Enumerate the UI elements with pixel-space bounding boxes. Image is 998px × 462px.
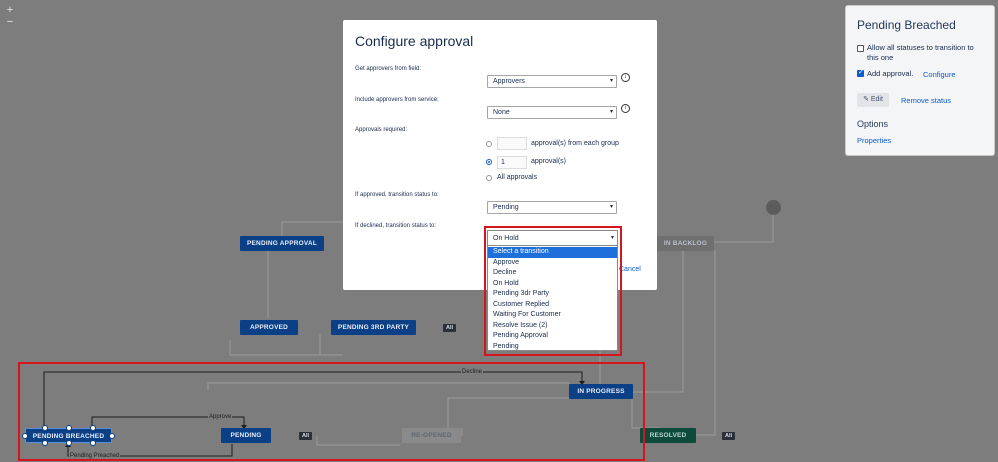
start-node (766, 200, 781, 215)
properties-link[interactable]: Properties (857, 136, 891, 145)
highlight-box-workflow (18, 362, 645, 461)
allow-all-label: Allow all statuses to transition to this… (867, 43, 974, 62)
add-approval-label: Add approval. (867, 69, 914, 78)
configure-link[interactable]: Configure (923, 70, 956, 79)
info-icon[interactable]: i (621, 104, 630, 113)
status-pending-3rd-party[interactable]: PENDING 3RD PARTY (331, 320, 416, 335)
cancel-link[interactable]: Cancel (619, 266, 641, 273)
allow-all-checkbox[interactable] (857, 45, 864, 52)
status-resolved[interactable]: RESOLVED (640, 428, 696, 443)
chevron-down-icon: ▾ (609, 78, 613, 84)
service-value: None (493, 109, 510, 116)
each-group-label: approval(s) from each group (531, 140, 619, 147)
approved-status-value: Pending (493, 204, 519, 211)
declined-status-label: If declined, transition status to: (355, 223, 437, 229)
pencil-icon: ✎ (863, 96, 871, 103)
zoom-out-button[interactable]: − (4, 16, 16, 28)
chevron-down-icon: ▾ (609, 109, 613, 115)
approved-status-select[interactable]: Pending ▾ (487, 201, 617, 214)
chevron-down-icon: ▾ (609, 204, 613, 210)
status-in-backlog[interactable]: IN BACKLOG (657, 236, 714, 251)
all-badge: All (722, 432, 736, 440)
status-properties-panel: Pending Breached Allow all statuses to t… (845, 5, 995, 156)
approvers-field-select[interactable]: Approvers ▾ (487, 75, 617, 88)
info-icon[interactable]: i (621, 73, 630, 82)
service-label: Include approvers from service: (355, 97, 439, 103)
approval-count-label: approval(s) (531, 158, 567, 165)
approved-status-label: If approved, transition status to: (355, 192, 439, 198)
approvals-required-label: Approvals required: (355, 127, 408, 133)
status-approved[interactable]: APPROVED (240, 320, 298, 335)
edit-label: Edit (870, 96, 883, 103)
options-heading: Options (857, 119, 889, 129)
zoom-in-button[interactable]: + (4, 4, 16, 16)
approval-count-radio[interactable] (486, 159, 492, 165)
approval-count-input[interactable]: 1 (497, 156, 527, 169)
dialog-title: Configure approval (355, 33, 474, 49)
panel-title: Pending Breached (857, 18, 956, 32)
highlight-box-dropdown (484, 226, 622, 356)
each-group-radio[interactable] (486, 141, 492, 147)
remove-status-link[interactable]: Remove status (901, 96, 951, 105)
service-select[interactable]: None ▾ (487, 106, 617, 119)
all-approvals-radio[interactable] (486, 175, 492, 181)
status-pending-approval[interactable]: PENDING APPROVAL (240, 236, 324, 251)
all-approvals-label: All approvals (497, 174, 538, 181)
add-approval-checkbox[interactable] (857, 68, 864, 77)
approvers-field-value: Approvers (493, 78, 525, 85)
all-badge: All (443, 324, 457, 332)
approvers-field-label: Get approvers from field: (355, 66, 422, 72)
edit-button[interactable]: ✎ Edit (857, 93, 889, 107)
each-group-count-input[interactable] (497, 137, 527, 150)
